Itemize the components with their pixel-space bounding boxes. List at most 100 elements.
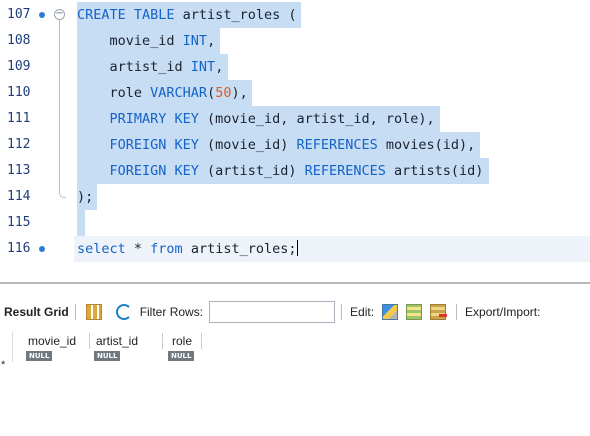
sql-text: role [77, 85, 151, 101]
editor-line[interactable]: 107 − CREATE TABLE artist_roles ( [0, 2, 590, 28]
code-text[interactable]: role VARCHAR(50), [77, 80, 248, 106]
toolbar-separator [341, 304, 343, 320]
line-number: 114 [7, 189, 31, 204]
editor-line[interactable]: 112 FOREIGN KEY (movie_id) REFERENCES mo… [0, 132, 590, 158]
sql-text: artist_roles ( [174, 7, 297, 23]
line-number: 115 [7, 215, 31, 230]
code-text[interactable]: ); [77, 184, 93, 210]
code-text[interactable]: artist_id INT, [77, 54, 224, 80]
code-text[interactable]: movie_id INT, [77, 28, 216, 54]
code-text[interactable]: PRIMARY KEY (movie_id, artist_id, role), [77, 106, 435, 132]
sql-text: ( [207, 85, 216, 101]
sql-keyword: INT [190, 59, 216, 75]
null-cell-artist-id[interactable]: NULL [94, 351, 121, 361]
edit-cell-icon[interactable] [382, 304, 399, 320]
sql-keyword: from [150, 241, 183, 257]
sql-text: artists(id) [385, 163, 484, 179]
column-divider[interactable] [89, 333, 90, 349]
code-text[interactable]: FOREIGN KEY (movie_id) REFERENCES movies… [77, 132, 476, 158]
sql-number: 50 [215, 85, 232, 101]
sql-editor[interactable]: 107− CREATE TABLE artist_roles (108 movie… [0, 0, 590, 276]
sql-text: * [125, 241, 151, 257]
sql-text: (movie_id, artist_id, role), [198, 111, 435, 127]
filter-rows-label: Filter Rows: [139, 305, 204, 319]
add-row-icon[interactable] [406, 304, 423, 320]
sql-keyword: FOREIGN KEY [109, 163, 199, 179]
editor-line[interactable]: 110 role VARCHAR(50), [0, 80, 590, 106]
column-header-movie-id[interactable]: movie_id [28, 332, 76, 350]
sql-keyword: REFERENCES [296, 137, 378, 153]
refresh-icon[interactable] [115, 304, 132, 320]
code-text[interactable]: select * from artist_roles; [77, 236, 299, 262]
editor-line[interactable]: 109 artist_id INT, [0, 54, 590, 80]
sql-text: artist_id [77, 59, 191, 75]
fold-guide [59, 28, 60, 54]
editor-line[interactable]: 115 [0, 210, 590, 236]
line-number: 112 [7, 137, 31, 152]
column-divider[interactable] [162, 333, 163, 349]
fold-guide [59, 106, 60, 132]
statement-marker-icon[interactable] [39, 12, 45, 18]
sql-keyword: select [77, 241, 126, 257]
sql-text: ); [77, 189, 94, 205]
sql-text: (artist_id) [198, 163, 305, 179]
fold-guide [59, 158, 60, 184]
editor-line[interactable]: 113 FOREIGN KEY (artist_id) REFERENCES a… [0, 158, 590, 184]
line-number: 110 [7, 85, 31, 100]
result-grid-label[interactable]: Result Grid [4, 305, 69, 319]
export-import-label[interactable]: Export/Import: [465, 305, 540, 319]
fold-guide [59, 132, 60, 158]
toolbar-separator [74, 304, 76, 320]
fold-guide [59, 20, 60, 28]
fold-guide-end [59, 184, 66, 198]
sql-text: (movie_id) [198, 137, 297, 153]
fold-guide [59, 54, 60, 80]
panel-splitter[interactable] [0, 282, 590, 284]
code-text[interactable]: FOREIGN KEY (artist_id) REFERENCES artis… [77, 158, 484, 184]
row-gutter [12, 332, 13, 362]
null-cell-role[interactable]: NULL [168, 351, 195, 361]
sql-keyword: CREATE TABLE [77, 7, 175, 23]
new-row-marker: * [1, 359, 6, 371]
filter-rows-input[interactable] [209, 301, 336, 323]
line-number: 109 [7, 59, 31, 74]
line-number: 116 [7, 241, 31, 256]
fold-guide [59, 80, 60, 106]
grid-view-icon[interactable] [85, 304, 102, 320]
sql-keyword: FOREIGN KEY [109, 137, 199, 153]
line-number: 111 [7, 111, 31, 126]
statement-marker-icon[interactable] [39, 246, 45, 252]
code-text[interactable]: CREATE TABLE artist_roles ( [77, 2, 296, 28]
sql-text: movies(id), [377, 137, 476, 153]
sql-text: ), [231, 85, 248, 101]
editor-line[interactable]: 116 select * from artist_roles; [0, 236, 590, 262]
sql-keyword: INT [182, 33, 208, 49]
sql-keyword: REFERENCES [304, 163, 386, 179]
line-number: 108 [7, 33, 31, 48]
sql-keyword: PRIMARY KEY [109, 111, 199, 127]
editor-line[interactable]: 108 movie_id INT, [0, 28, 590, 54]
null-cell-movie-id[interactable]: NULL [26, 351, 53, 361]
sql-text: artist_roles; [182, 241, 297, 257]
sql-text: , [207, 33, 216, 49]
sql-keyword: VARCHAR [150, 85, 208, 101]
line-number: 113 [7, 163, 31, 178]
result-toolbar: Result Grid Filter Rows: Edit: Export/Im… [0, 300, 590, 324]
delete-row-icon[interactable] [430, 304, 448, 320]
editor-line[interactable]: 114); [0, 184, 590, 210]
edit-label: Edit: [350, 305, 375, 319]
text-cursor [297, 240, 299, 256]
sql-text: , [215, 59, 224, 75]
editor-line[interactable]: 111 PRIMARY KEY (movie_id, artist_id, ro… [0, 106, 590, 132]
column-header-artist-id[interactable]: artist_id [96, 332, 138, 350]
column-header-role[interactable]: role [172, 332, 192, 350]
column-divider[interactable] [201, 333, 202, 349]
collapse-icon[interactable]: − [54, 9, 65, 20]
line-number: 107 [7, 7, 31, 22]
sql-text: movie_id [77, 33, 183, 49]
toolbar-separator [456, 304, 458, 320]
selection-highlight [77, 210, 85, 236]
